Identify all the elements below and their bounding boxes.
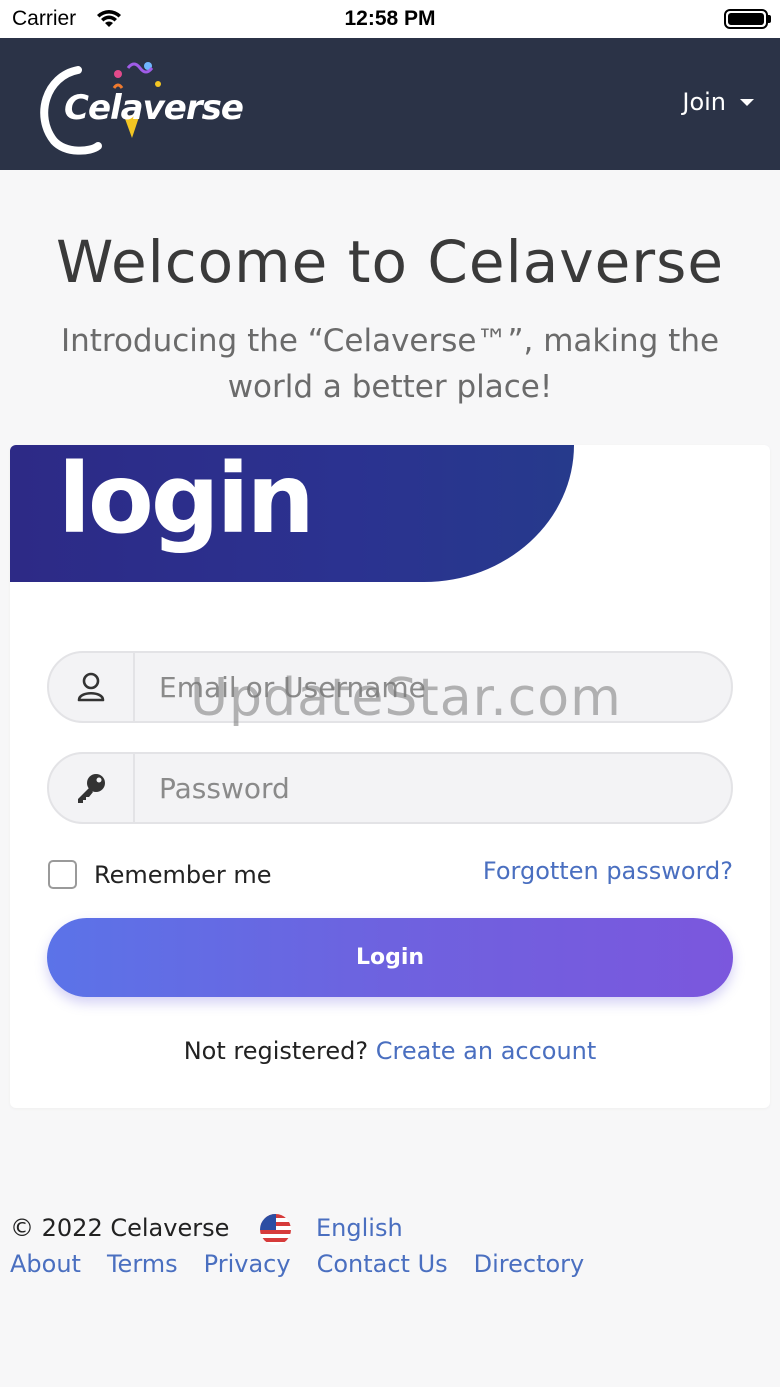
copyright: © 2022 Celaverse [10, 1214, 230, 1242]
join-label: Join [682, 88, 726, 116]
footer-links: About Terms Privacy Contact Us Directory [10, 1250, 610, 1278]
register-prompt: Not registered? Create an account [10, 1037, 770, 1065]
forgot-password-link[interactable]: Forgotten password? [483, 857, 733, 885]
footer-link-terms[interactable]: Terms [107, 1250, 178, 1278]
remember-me-label: Remember me [94, 860, 272, 889]
page-title: Welcome to Celaverse [56, 228, 724, 296]
login-banner: login [10, 445, 574, 582]
page-subtitle: Introducing the “Celaverse™”, making the… [60, 323, 720, 405]
navbar: Celaverse Join [0, 38, 780, 170]
us-flag-icon [260, 1214, 291, 1245]
remember-me-checkbox[interactable] [48, 860, 77, 889]
login-card: login Remember me Forgotten password? Lo… [10, 445, 770, 1108]
login-button[interactable]: Login [47, 918, 733, 997]
not-registered-text: Not registered? [183, 1037, 376, 1065]
logo-wordmark: Celaverse [64, 88, 244, 128]
email-username-input[interactable] [137, 653, 731, 721]
footer-link-about[interactable]: About [10, 1250, 81, 1278]
password-input[interactable] [137, 754, 731, 822]
footer-link-directory[interactable]: Directory [474, 1250, 585, 1278]
caret-down-icon [740, 98, 754, 106]
status-bar: Carrier 12:58 PM [0, 0, 780, 38]
celaverse-logo[interactable]: Celaverse [36, 56, 244, 156]
battery-icon [724, 9, 768, 29]
clock: 12:58 PM [344, 7, 436, 30]
language-selector[interactable]: English [316, 1214, 403, 1242]
remember-me: Remember me [48, 860, 272, 889]
join-dropdown[interactable]: Join [682, 88, 754, 116]
login-banner-text: login [58, 445, 315, 555]
footer-link-privacy[interactable]: Privacy [204, 1250, 291, 1278]
key-icon [49, 754, 135, 822]
battery-tip [768, 15, 771, 23]
password-input-group [47, 752, 733, 824]
footer-link-contact[interactable]: Contact Us [317, 1250, 448, 1278]
user-icon [49, 653, 135, 721]
email-input-group [47, 651, 733, 723]
create-account-link[interactable]: Create an account [376, 1037, 597, 1065]
